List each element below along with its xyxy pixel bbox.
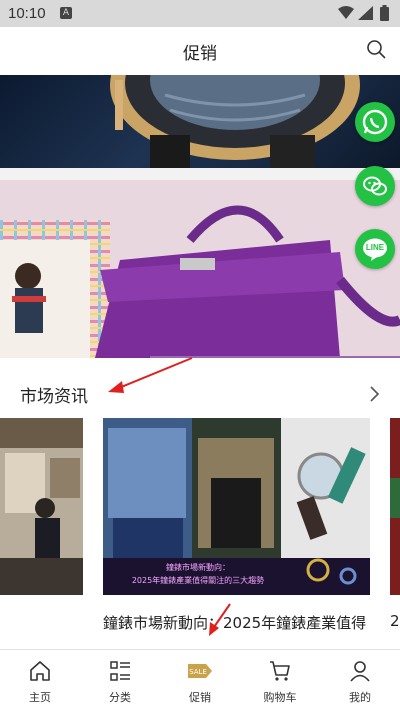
watch-image	[110, 75, 360, 168]
news-card-image[interactable]	[0, 418, 83, 595]
tab-label: 购物车	[263, 691, 297, 704]
tab-home[interactable]: 主页	[0, 650, 80, 711]
sim-icon: A	[60, 7, 72, 19]
tab-profile[interactable]: 我的	[320, 650, 400, 711]
wifi-icon	[338, 6, 354, 19]
news-card-image[interactable]: 鐘錶市場新動向： 2025年鐘錶產業值得關注的三大趨勢	[103, 418, 370, 595]
cart-icon	[270, 661, 290, 681]
tab-label: 我的	[349, 691, 371, 704]
search-icon[interactable]	[366, 39, 386, 59]
line-label: LINE	[365, 243, 385, 252]
wechat-button[interactable]	[355, 166, 395, 206]
wechat-icon	[363, 176, 387, 196]
annotation-arrow-2	[209, 603, 231, 636]
tab-cart[interactable]: 购物车	[240, 650, 320, 711]
tab-label: 主页	[29, 691, 51, 704]
sale-tag-icon: SALE	[188, 664, 212, 678]
whatsapp-icon	[362, 109, 388, 135]
tab-label: 分类	[109, 691, 131, 704]
page-header: 促销	[0, 27, 400, 75]
section-title: 市场资讯	[20, 387, 88, 407]
news-card-image[interactable]	[390, 418, 400, 595]
news-card-image-caption-2: 2025年鐘錶產業值得關注的三大趨勢	[131, 576, 265, 585]
news-card-title[interactable]: 20	[390, 612, 400, 630]
tab-promotion[interactable]: SALE 促销	[160, 650, 240, 711]
promo-banner-handbag[interactable]	[0, 180, 400, 358]
signal-icon	[358, 6, 373, 20]
category-list-icon	[110, 661, 130, 681]
promo-banner-watch[interactable]	[0, 75, 400, 168]
home-icon	[30, 661, 50, 681]
status-bar: 10:10 A	[0, 0, 400, 27]
annotation-arrow-1	[108, 357, 193, 393]
handbag-image	[0, 180, 400, 358]
bottom-tab-bar: 主页 分类 SALE 促销 购物车 我的	[0, 649, 400, 711]
tab-label: 促销	[189, 691, 211, 704]
line-button[interactable]: LINE	[355, 229, 395, 269]
banner-divider	[0, 168, 400, 180]
news-card-image-caption-1: 鐘錶市場新動向：	[166, 563, 230, 572]
profile-icon	[350, 661, 370, 682]
page-title: 促销	[183, 44, 217, 64]
sale-badge-text: SALE	[189, 668, 207, 676]
whatsapp-button[interactable]	[355, 102, 395, 142]
chevron-right-icon[interactable]	[368, 385, 380, 403]
status-time: 10:10	[8, 5, 46, 22]
battery-icon	[380, 5, 389, 21]
tab-category[interactable]: 分类	[80, 650, 160, 711]
